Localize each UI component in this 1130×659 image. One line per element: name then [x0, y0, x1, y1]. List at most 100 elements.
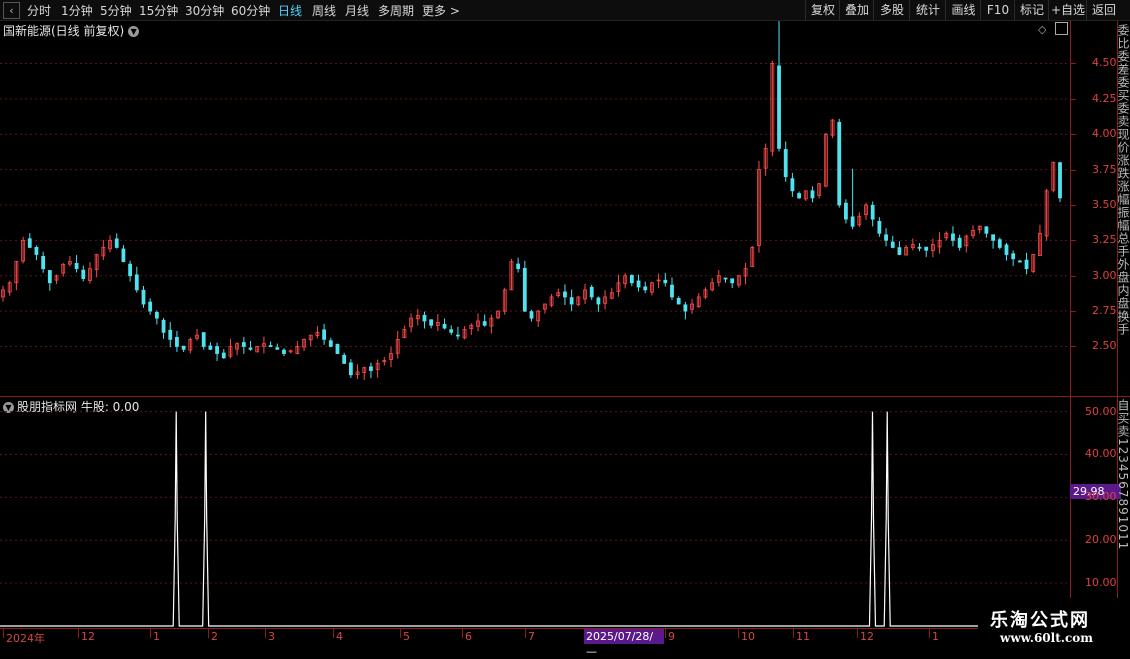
period-5min[interactable]: 5分钟	[100, 2, 132, 19]
draw-line-button[interactable]: 画线	[945, 0, 981, 20]
candle-body	[422, 314, 427, 322]
candle-body	[663, 279, 668, 284]
candle-body	[890, 241, 895, 248]
candle-body	[442, 323, 447, 329]
period-intraday[interactable]: 分时	[27, 2, 51, 19]
candle-body	[997, 239, 1002, 248]
candle-body	[563, 291, 567, 298]
candle-body	[850, 216, 855, 227]
candle-body	[348, 362, 353, 376]
candle-body	[1011, 253, 1016, 260]
period-30min[interactable]: 30分钟	[185, 2, 224, 19]
date-label: 1	[153, 630, 160, 643]
candle-body	[522, 267, 527, 312]
period-daily[interactable]: 日线	[278, 2, 302, 19]
candle-body	[74, 263, 79, 270]
price-tick-label: 3.25	[1092, 233, 1117, 247]
back-chevron-icon[interactable]: ‹	[3, 2, 20, 19]
candle-body	[41, 256, 46, 270]
price-tick-label: 3.00	[1092, 268, 1117, 282]
date-tick	[78, 629, 79, 638]
candle-body	[134, 274, 139, 291]
f10-button[interactable]: F10	[980, 0, 1015, 20]
period-60min[interactable]: 60分钟	[231, 2, 270, 19]
candle-body	[790, 178, 795, 192]
date-label: 5	[403, 630, 410, 643]
period-more[interactable]: 更多 >	[422, 2, 460, 19]
candle-body	[783, 149, 788, 178]
period-weekly[interactable]: 周线	[312, 2, 336, 19]
quote-panel-text: 委比委差委买委卖现价涨跌涨幅振幅总手外盘内盘换手	[1118, 24, 1130, 336]
candle-body	[121, 248, 126, 262]
overlay-button[interactable]: 叠加	[839, 0, 874, 20]
date-tick	[738, 629, 739, 638]
mark-button[interactable]: 标记	[1014, 0, 1049, 20]
period-multi[interactable]: 多周期	[378, 2, 414, 19]
candle-body	[154, 312, 159, 319]
candle-body	[47, 270, 52, 284]
candle-body	[837, 121, 842, 206]
candle-body	[148, 301, 153, 312]
candle-body	[676, 297, 681, 305]
candle-body	[1058, 162, 1062, 199]
indicator-line	[0, 411, 1070, 627]
candle-body	[456, 334, 460, 337]
candle-body	[1004, 244, 1009, 255]
candle-body	[34, 247, 39, 255]
candle-body	[777, 65, 781, 149]
candle-body	[81, 269, 86, 279]
candle-body	[797, 193, 801, 199]
date-label: 3	[268, 630, 275, 643]
candle-body	[683, 304, 688, 312]
date-tick	[462, 629, 463, 638]
statistics-button[interactable]: 统计	[909, 0, 946, 20]
indicator-chart[interactable]	[0, 397, 1070, 628]
date-label: 12	[860, 630, 874, 643]
date-tick	[150, 629, 151, 638]
candle-body	[723, 277, 728, 280]
candle-body	[884, 234, 888, 241]
candle-body	[168, 329, 173, 340]
candle-body	[529, 311, 534, 319]
candle-body	[917, 246, 922, 249]
price-tick-mark	[1071, 134, 1076, 136]
period-1min[interactable]: 1分钟	[61, 2, 93, 19]
candle-body	[208, 345, 213, 350]
date-tick	[208, 629, 209, 638]
date-tick	[3, 629, 4, 638]
candlestick-chart[interactable]	[0, 21, 1070, 396]
candle-body	[643, 286, 648, 291]
candle-body	[730, 278, 735, 284]
price-tick-mark	[1071, 346, 1076, 348]
candle-body	[636, 280, 641, 288]
candle-body	[569, 297, 574, 305]
multi-stock-button[interactable]: 多股	[873, 0, 910, 20]
candle-body	[215, 346, 219, 354]
date-label: 9	[668, 630, 675, 643]
candle-body	[335, 343, 340, 354]
candle-body	[322, 329, 327, 340]
candle-body	[897, 247, 902, 255]
add-watchlist-button[interactable]: +自选	[1048, 0, 1087, 20]
candle-body	[670, 284, 674, 298]
period-monthly[interactable]: 月线	[345, 2, 369, 19]
candle-body	[449, 329, 454, 333]
candle-body	[241, 342, 246, 347]
order-book-text: 自买卖1234567891011	[1118, 399, 1130, 551]
price-tick-mark	[1071, 240, 1076, 242]
candle-body	[984, 226, 989, 234]
candle-body	[201, 332, 206, 347]
restore-rights-button[interactable]: 复权	[805, 0, 840, 20]
candle-body	[482, 321, 487, 326]
date-tick	[929, 629, 930, 638]
candle-body	[810, 190, 815, 199]
return-button[interactable]: 返回	[1086, 0, 1121, 20]
indicator-tick-label: 20.00	[1085, 533, 1117, 547]
period-toolbar: ‹ 分时 1分钟 5分钟 15分钟 30分钟 60分钟 日线 周线 月线 多周期…	[0, 0, 1130, 21]
price-tick-mark	[1071, 169, 1076, 171]
date-axis: 2024年 12 1 2 3 4 5 6 7 9 10 11 12 1	[0, 629, 1130, 650]
candle-body	[369, 366, 373, 371]
candle-body	[629, 274, 634, 284]
period-15min[interactable]: 15分钟	[139, 2, 178, 19]
date-label: 11	[796, 630, 810, 643]
